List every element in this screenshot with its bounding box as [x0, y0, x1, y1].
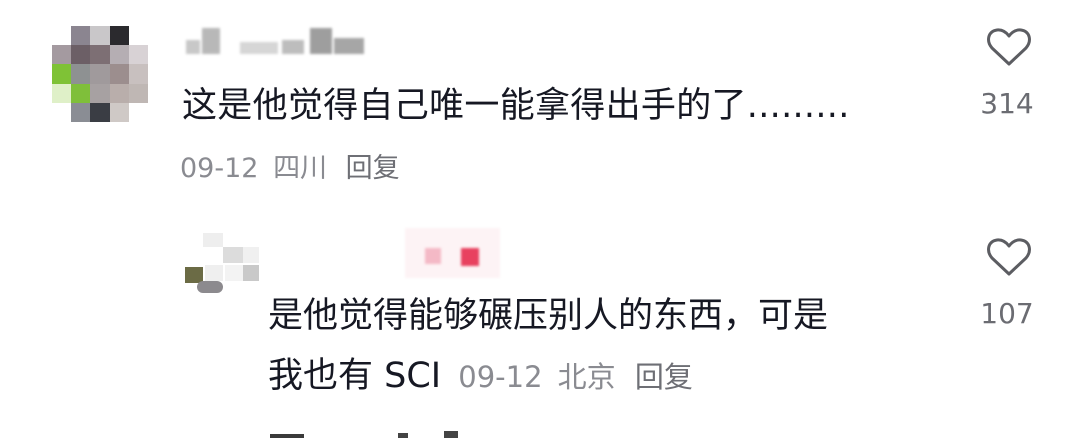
- like-count: 107: [980, 297, 1034, 330]
- heart-outline-icon[interactable]: [986, 236, 1032, 278]
- comment-text-line-1: 是他觉得能够碾压别人的东西，可是: [268, 296, 829, 336]
- comment-text-tail: 我也有 SCI: [268, 356, 442, 396]
- comment-meta: 09-12 四川 回复: [180, 155, 400, 182]
- user-avatar[interactable]: [52, 26, 148, 122]
- reply-button[interactable]: 回复: [635, 360, 693, 394]
- heart-outline-icon[interactable]: [986, 26, 1032, 68]
- comment-date: 09-12: [180, 153, 259, 184]
- comment-text: 这是他觉得自己唯一能拿得出手的了.........: [182, 86, 850, 126]
- user-avatar[interactable]: [185, 233, 260, 295]
- reply-button[interactable]: 回复: [346, 153, 400, 184]
- username-obscured[interactable]: [405, 228, 500, 278]
- comment-location: 四川: [273, 153, 328, 184]
- like-count: 314: [980, 87, 1034, 120]
- username-obscured[interactable]: [186, 26, 376, 60]
- comment-text-line-2: 我也有 SCI 09-12 北京 回复: [268, 359, 693, 394]
- comment-location: 北京: [557, 360, 616, 394]
- comment-date: 09-12: [458, 360, 543, 394]
- next-comment-partial: [270, 431, 490, 438]
